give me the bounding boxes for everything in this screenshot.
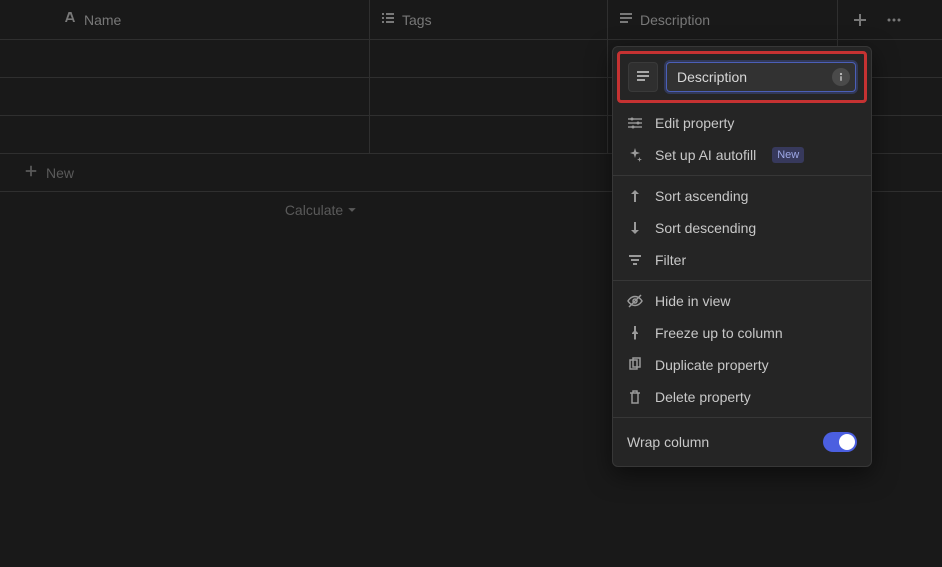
calculate-button[interactable]: Calculate	[285, 202, 357, 218]
menu-item-duplicate[interactable]: Duplicate property	[613, 349, 871, 381]
column-header-name[interactable]: Name	[0, 0, 370, 39]
pin-icon	[627, 325, 643, 341]
menu-divider	[613, 417, 871, 418]
menu-item-sort-asc[interactable]: Sort ascending	[613, 180, 871, 212]
menu-label: Delete property	[655, 389, 751, 405]
add-column-icon[interactable]	[848, 8, 872, 32]
sparkle-icon	[627, 147, 643, 163]
wrap-toggle[interactable]	[823, 432, 857, 452]
column-label: Tags	[402, 12, 432, 28]
wrap-column-row: Wrap column	[613, 422, 871, 462]
menu-label: Sort descending	[655, 220, 756, 236]
arrow-up-icon	[627, 188, 643, 204]
property-name-field-wrap	[666, 62, 856, 92]
calculate-label: Calculate	[285, 202, 343, 218]
property-name-input[interactable]	[666, 62, 856, 92]
multiselect-icon	[380, 10, 396, 29]
wrap-label: Wrap column	[627, 434, 709, 450]
menu-item-hide[interactable]: Hide in view	[613, 285, 871, 317]
arrow-down-icon	[627, 220, 643, 236]
property-type-button[interactable]	[628, 62, 658, 92]
column-header-description[interactable]: Description	[608, 0, 838, 39]
menu-item-edit-property[interactable]: Edit property	[613, 107, 871, 139]
menu-divider	[613, 175, 871, 176]
more-icon[interactable]	[882, 8, 906, 32]
filter-icon	[627, 252, 643, 268]
title-prop-icon	[62, 10, 78, 29]
menu-item-delete[interactable]: Delete property	[613, 381, 871, 413]
column-header-tags[interactable]: Tags	[370, 0, 608, 39]
settings-icon	[627, 115, 643, 131]
property-header-highlight	[617, 51, 867, 103]
menu-label: Hide in view	[655, 293, 730, 309]
text-icon	[618, 10, 634, 29]
text-icon	[635, 68, 651, 87]
menu-label: Set up AI autofill	[655, 147, 756, 163]
toggle-knob	[839, 434, 855, 450]
chevron-down-icon	[347, 202, 357, 218]
new-label: New	[46, 165, 74, 181]
menu-label: Filter	[655, 252, 686, 268]
column-label: Name	[84, 12, 121, 28]
plus-icon	[24, 164, 38, 181]
menu-label: Edit property	[655, 115, 734, 131]
menu-item-ai-autofill[interactable]: Set up AI autofill New	[613, 139, 871, 171]
copy-icon	[627, 357, 643, 373]
column-actions	[838, 0, 942, 39]
property-menu-popup: Edit property Set up AI autofill New Sor…	[612, 46, 872, 467]
trash-icon	[627, 389, 643, 405]
eye-off-icon	[627, 293, 643, 309]
column-label: Description	[640, 12, 710, 28]
menu-item-filter[interactable]: Filter	[613, 244, 871, 276]
menu-divider	[613, 280, 871, 281]
menu-label: Freeze up to column	[655, 325, 783, 341]
table-header-row: Name Tags Description	[0, 0, 942, 40]
menu-item-sort-desc[interactable]: Sort descending	[613, 212, 871, 244]
menu-item-freeze[interactable]: Freeze up to column	[613, 317, 871, 349]
info-icon[interactable]	[832, 68, 850, 86]
menu-label: Sort ascending	[655, 188, 748, 204]
new-badge: New	[772, 147, 804, 163]
menu-label: Duplicate property	[655, 357, 769, 373]
